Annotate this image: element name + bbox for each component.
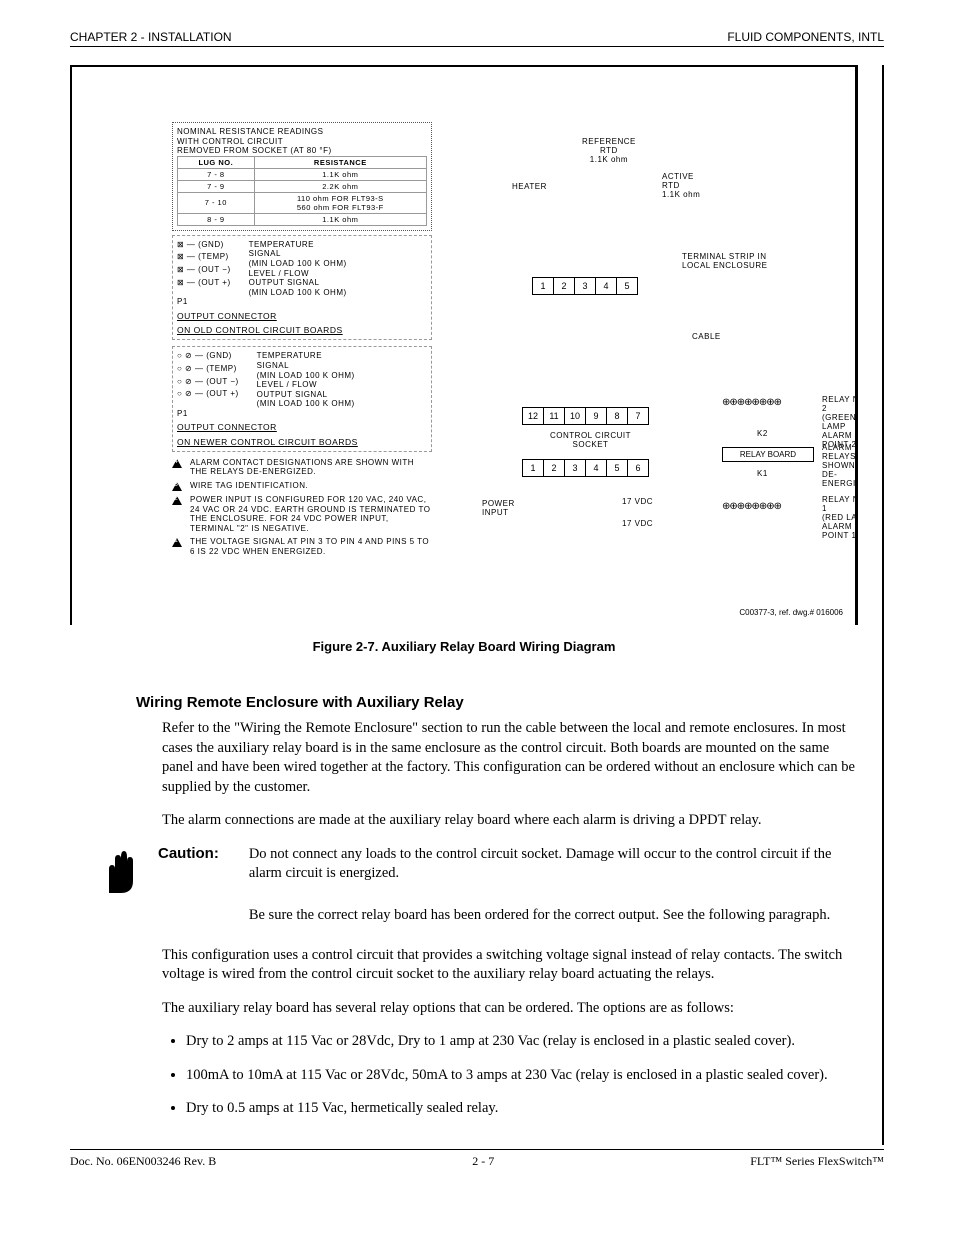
new-output-connector: ○ ⊘ — (GND) ○ ⊘ — (TEMP) ○ ⊘ — (OUT −) ○…	[172, 346, 432, 452]
caution-label: Caution:	[158, 845, 219, 862]
note-4: 4ALARM CONTACT DESIGNATIONS ARE SHOWN WI…	[172, 458, 432, 477]
page-header: CHAPTER 2 - INSTALLATION FLUID COMPONENT…	[70, 30, 884, 47]
readings-title: NOMINAL RESISTANCE READINGS	[177, 127, 427, 137]
resistance-readings-box: NOMINAL RESISTANCE READINGS WITH CONTROL…	[172, 122, 432, 231]
footer-left: Doc. No. 06EN003246 Rev. B	[70, 1154, 216, 1169]
paragraph-4: The auxiliary relay board has several re…	[162, 999, 858, 1019]
caution-hand-icon	[98, 845, 140, 895]
section-heading: Wiring Remote Enclosure with Auxiliary R…	[136, 694, 858, 711]
relay-options-list: Dry to 2 amps at 115 Vac or 28Vdc, Dry t…	[162, 1032, 858, 1119]
caution-text-1: Do not connect any loads to the control …	[249, 845, 858, 884]
wiring-diagram-figure: NOMINAL RESISTANCE READINGS WITH CONTROL…	[70, 65, 858, 625]
paragraph-2: The alarm connections are made at the au…	[162, 811, 858, 831]
local-terminal-strip: 1 2 3 4 5	[532, 277, 638, 295]
note-2: 2POWER INPUT IS CONFIGURED FOR 120 VAC, …	[172, 495, 432, 533]
old-output-connector: ⊠ — (GND) ⊠ — (TEMP) ⊠ — (OUT −) ⊠ — (OU…	[172, 235, 432, 341]
note-1: 1THE VOLTAGE SIGNAL AT PIN 3 TO PIN 4 AN…	[172, 537, 432, 556]
relay-board-box: RELAY BOARD	[722, 447, 814, 462]
list-item: 100mA to 10mA at 115 Vac or 28Vdc, 50mA …	[186, 1066, 858, 1086]
page-footer: Doc. No. 06EN003246 Rev. B 2 - 7 FLT™ Se…	[70, 1149, 884, 1169]
resistance-table: LUG NO.RESISTANCE 7 - 81.1K ohm 7 - 92.2…	[177, 156, 427, 226]
footer-right: FLT™ Series FlexSwitch™	[750, 1154, 884, 1169]
drawing-reference: C00377-3, ref. dwg.# 016006	[739, 608, 843, 617]
caution-text-2: Be sure the correct relay board has been…	[249, 906, 858, 926]
footer-center: 2 - 7	[472, 1154, 494, 1169]
list-item: Dry to 2 amps at 115 Vac or 28Vdc, Dry t…	[186, 1032, 858, 1052]
socket-bottom-row: 1 2 3 4 5 6	[522, 459, 649, 477]
figure-caption: Figure 2-7. Auxiliary Relay Board Wiring…	[70, 639, 858, 654]
list-item: Dry to 0.5 amps at 115 Vac, hermetically…	[186, 1099, 858, 1119]
socket-top-row: 12 11 10 9 8 7	[522, 407, 649, 425]
paragraph-3: This configuration uses a control circui…	[162, 946, 858, 985]
paragraph-1: Refer to the "Wiring the Remote Enclosur…	[162, 719, 858, 797]
header-right: FLUID COMPONENTS, INTL	[727, 30, 884, 44]
header-left: CHAPTER 2 - INSTALLATION	[70, 30, 232, 44]
caution-block: Caution: Do not connect any loads to the…	[70, 845, 858, 926]
note-3: 3WIRE TAG IDENTIFICATION.	[172, 481, 432, 491]
